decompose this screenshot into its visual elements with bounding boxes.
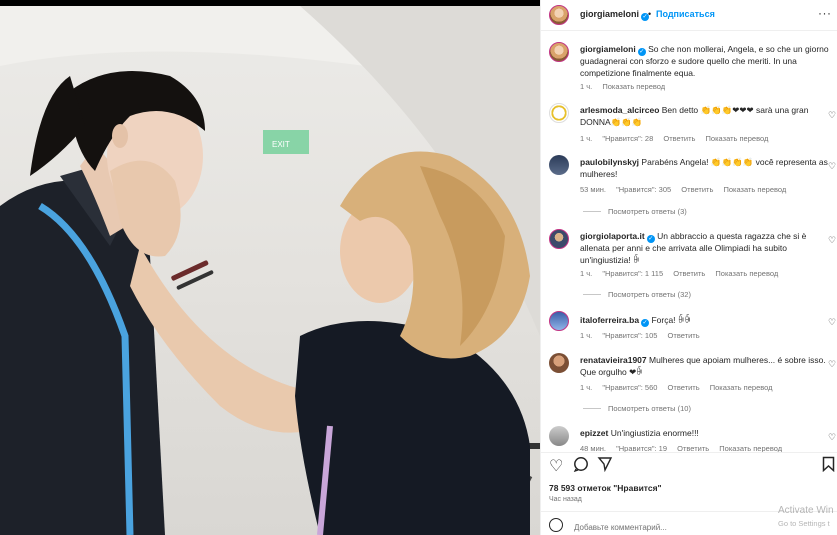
comment-time: 1 ч. bbox=[580, 134, 593, 143]
comment-avatar[interactable] bbox=[549, 311, 569, 331]
header-divider bbox=[541, 30, 837, 31]
comment-likes[interactable]: "Нравится": 19 bbox=[616, 444, 667, 452]
like-heart-icon[interactable]: ♡ bbox=[828, 235, 836, 246]
comment-time: 1 ч. bbox=[580, 383, 593, 392]
caption-translate-link[interactable]: Показать перевод bbox=[602, 82, 665, 91]
comment-bubble-icon[interactable] bbox=[573, 456, 589, 477]
comment-meta: 1 ч. "Нравится": 105 Ответить bbox=[580, 331, 708, 340]
caption-username[interactable]: giorgiameloni bbox=[580, 44, 636, 54]
comment-username[interactable]: epizzet bbox=[580, 428, 608, 438]
author-avatar[interactable] bbox=[549, 5, 569, 25]
comment-time: 1 ч. bbox=[580, 269, 593, 278]
comment-avatar[interactable] bbox=[549, 103, 569, 123]
comment-avatar[interactable] bbox=[549, 155, 569, 175]
post-time: Час назад bbox=[549, 496, 582, 503]
comment-likes[interactable]: "Нравится": 560 bbox=[602, 383, 657, 392]
comment-likes[interactable]: "Нравится": 105 bbox=[602, 331, 657, 340]
comment-likes[interactable]: "Нравится": 1 115 bbox=[602, 269, 663, 278]
comment-text: renatavieira1907 Mulheres que apoiam mul… bbox=[580, 355, 830, 378]
share-send-icon[interactable] bbox=[597, 456, 613, 477]
watermark-line1: Activate Win bbox=[778, 505, 834, 516]
comment-time: 1 ч. bbox=[580, 331, 593, 340]
comment-avatar[interactable] bbox=[549, 426, 569, 446]
comment-username[interactable]: giorgiolaporta.it bbox=[580, 231, 645, 241]
windows-activation-watermark: Activate Win Go to Settings t bbox=[778, 504, 834, 530]
like-heart-icon[interactable]: ♡ bbox=[828, 359, 836, 370]
comment-meta: 53 мин. "Нравится": 305 Ответить Показат… bbox=[580, 185, 794, 194]
add-comment-input[interactable]: Добавьте комментарий... bbox=[574, 523, 667, 532]
translate-link[interactable]: Показать перевод bbox=[706, 134, 769, 143]
comment-meta: 1 ч. "Нравится": 560 Ответить Показать п… bbox=[580, 383, 781, 392]
reply-link[interactable]: Ответить bbox=[663, 134, 695, 143]
comment-text: epizzet Un'ingiustizia enorme!!! bbox=[580, 428, 830, 440]
caption-avatar[interactable] bbox=[549, 42, 569, 62]
translate-link[interactable]: Показать перевод bbox=[715, 269, 778, 278]
comment-text: giorgiolaporta.it ✓ Un abbraccio a questa… bbox=[580, 231, 830, 266]
comment-likes[interactable]: "Нравится": 28 bbox=[602, 134, 653, 143]
exit-sign-text: EXIT bbox=[272, 140, 290, 149]
like-heart-icon[interactable]: ♡ bbox=[828, 161, 836, 172]
verified-badge-icon: ✓ bbox=[641, 319, 650, 327]
comment-meta: 48 мин. "Нравится": 19 Ответить Показать… bbox=[580, 444, 790, 452]
view-replies-link[interactable]: Посмотреть ответы (32) bbox=[583, 290, 691, 299]
comment-username[interactable]: arlesmoda_alcirceo bbox=[580, 105, 659, 115]
translate-link[interactable]: Показать перевод bbox=[719, 444, 782, 452]
watermark-line2: Go to Settings t bbox=[778, 519, 830, 528]
post-photo[interactable]: EXIT bbox=[0, 6, 540, 535]
emoji-smile-icon[interactable] bbox=[549, 518, 563, 532]
translate-link[interactable]: Показать перевод bbox=[710, 383, 773, 392]
like-heart-icon[interactable]: ♡ bbox=[828, 432, 836, 443]
header-username-text[interactable]: giorgiameloni bbox=[580, 9, 639, 19]
header-separator: • bbox=[648, 9, 652, 19]
header-username[interactable]: giorgiameloni ✓ bbox=[580, 9, 650, 21]
more-options-icon[interactable]: ··· bbox=[818, 6, 832, 20]
like-heart-icon[interactable]: ♡ bbox=[549, 456, 563, 476]
caption-time: 1 ч. bbox=[580, 82, 593, 91]
comment-meta: 1 ч. "Нравится": 1 115 Ответить Показать… bbox=[580, 269, 786, 278]
reply-link[interactable]: Ответить bbox=[668, 331, 700, 340]
verified-badge-icon: ✓ bbox=[646, 235, 655, 243]
comment-time: 53 мин. bbox=[580, 185, 606, 194]
comment-time: 48 мин. bbox=[580, 444, 606, 452]
view-replies-link[interactable]: Посмотреть ответы (3) bbox=[583, 207, 687, 216]
comment-meta: 1 ч. "Нравится": 28 Ответить Показать пе… bbox=[580, 134, 776, 143]
comment-username[interactable]: paulobilynskyj bbox=[580, 157, 639, 167]
reply-link[interactable]: Ответить bbox=[681, 185, 713, 194]
bookmark-icon[interactable] bbox=[822, 456, 835, 477]
follow-button[interactable]: Подписаться bbox=[656, 9, 715, 19]
comments-panel bbox=[540, 0, 837, 535]
likes-count[interactable]: 78 593 отметок "Нравится" bbox=[549, 483, 662, 493]
comment-text: arlesmoda_alcirceo Ben detto 👏👏👏❤❤❤ sarà… bbox=[580, 105, 830, 128]
comment-avatar[interactable] bbox=[549, 229, 569, 249]
caption-meta: 1 ч. Показать перевод bbox=[580, 82, 673, 91]
comment-username[interactable]: italoferreira.ba bbox=[580, 315, 639, 325]
comment-avatar[interactable] bbox=[549, 353, 569, 373]
verified-badge-icon: ✓ bbox=[637, 48, 646, 56]
comment-body: Força! ꀼꀼ bbox=[651, 315, 692, 325]
comment-username[interactable]: renatavieira1907 bbox=[580, 355, 647, 365]
reply-link[interactable]: Ответить bbox=[668, 383, 700, 392]
comment-likes[interactable]: "Нравится": 305 bbox=[616, 185, 671, 194]
caption-text: giorgiameloni ✓ So che non mollerai, Ange… bbox=[580, 44, 830, 79]
actions-divider bbox=[541, 452, 837, 453]
comment-text: italoferreira.ba ✓ Força! ꀼꀼ bbox=[580, 315, 830, 327]
comment-body: Un'ingiustizia enorme!!! bbox=[610, 428, 699, 438]
reply-link[interactable]: Ответить bbox=[673, 269, 705, 278]
translate-link[interactable]: Показать перевод bbox=[723, 185, 786, 194]
reply-link[interactable]: Ответить bbox=[677, 444, 709, 452]
photo-illustration: EXIT bbox=[0, 6, 540, 535]
comment-text: paulobilynskyj Parabéns Angela! 👏👏👏👏 voc… bbox=[580, 157, 830, 180]
view-replies-link[interactable]: Посмотреть ответы (10) bbox=[583, 404, 691, 413]
like-heart-icon[interactable]: ♡ bbox=[828, 317, 836, 328]
like-heart-icon[interactable]: ♡ bbox=[828, 110, 836, 121]
